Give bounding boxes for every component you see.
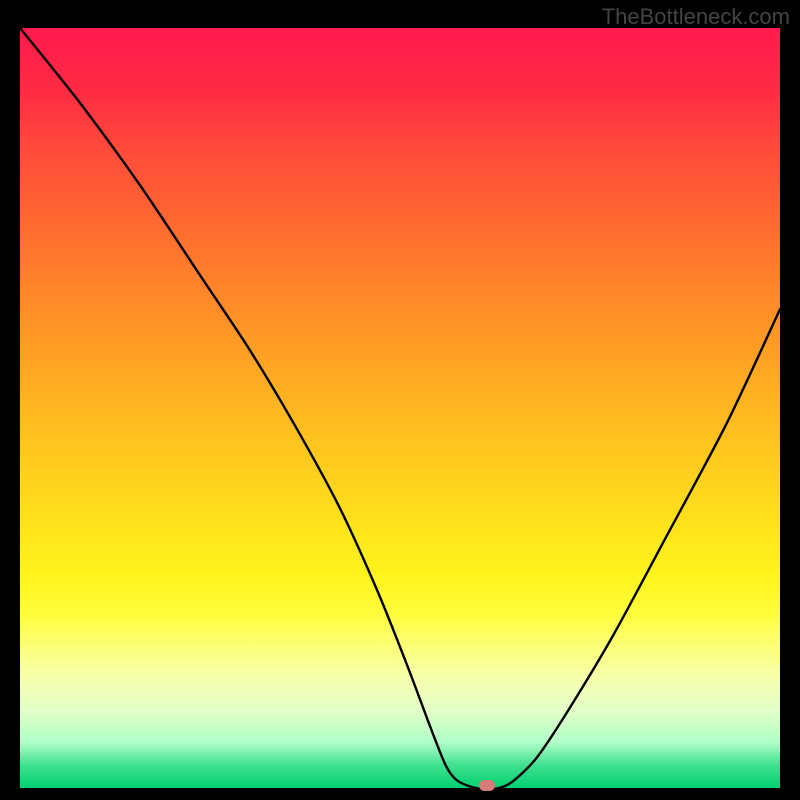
- optimal-point-marker: [479, 780, 495, 791]
- bottleneck-curve: [20, 28, 780, 788]
- plot-area: [20, 28, 780, 788]
- chart-frame: [20, 28, 780, 788]
- watermark-text: TheBottleneck.com: [602, 4, 790, 30]
